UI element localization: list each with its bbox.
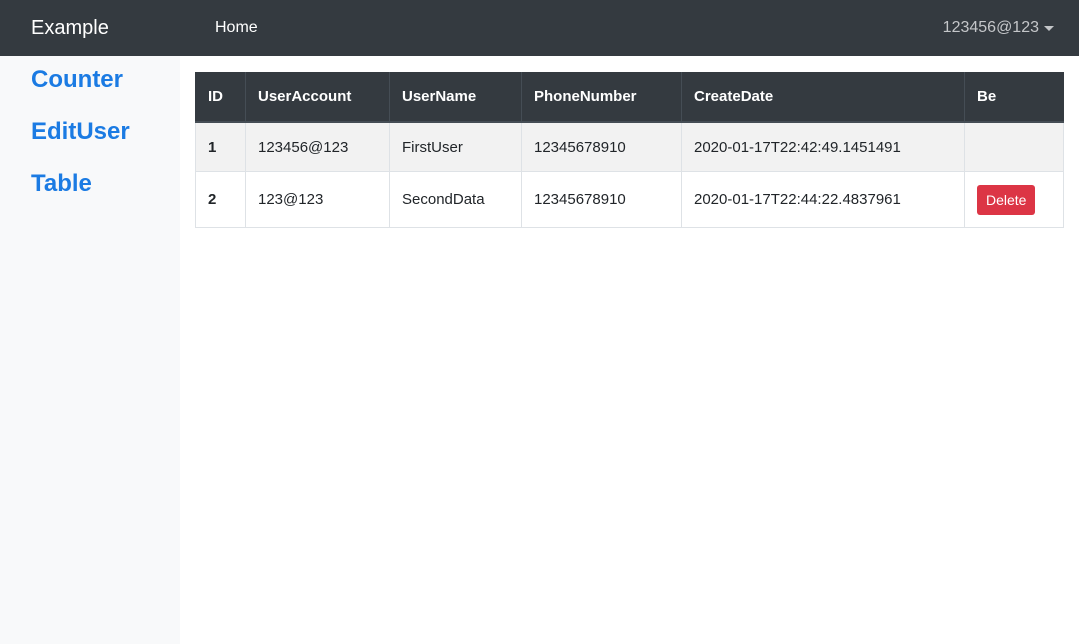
table-row: 2 123@123 SecondData 12345678910 2020-01… bbox=[195, 171, 1064, 228]
sidebar: Counter EditUser Table bbox=[0, 56, 180, 644]
cell-createdate: 2020-01-17T22:42:49.1451491 bbox=[681, 121, 965, 172]
cell-createdate: 2020-01-17T22:44:22.4837961 bbox=[681, 171, 965, 228]
delete-button[interactable]: Delete bbox=[977, 184, 1036, 215]
table-header-row: ID UserAccount UserName PhoneNumber Crea… bbox=[195, 72, 1064, 123]
column-header-phonenumber: PhoneNumber bbox=[521, 72, 682, 123]
column-header-createdate: CreateDate bbox=[681, 72, 965, 123]
main-content: ID UserAccount UserName PhoneNumber Crea… bbox=[195, 72, 1064, 228]
column-header-useraccount: UserAccount bbox=[245, 72, 390, 123]
user-dropdown-label: 123456@123 bbox=[942, 19, 1039, 36]
nav-link-home[interactable]: Home bbox=[215, 18, 258, 38]
cell-id: 2 bbox=[195, 171, 246, 228]
cell-phonenumber: 12345678910 bbox=[521, 121, 682, 172]
column-header-id: ID bbox=[195, 72, 246, 123]
brand-link[interactable]: Example bbox=[31, 16, 109, 40]
cell-id: 1 bbox=[195, 121, 246, 172]
cell-action bbox=[964, 121, 1064, 172]
cell-username: FirstUser bbox=[389, 121, 522, 172]
sidebar-item-table[interactable]: Table bbox=[31, 170, 92, 198]
user-dropdown[interactable]: 123456@123 bbox=[943, 18, 1054, 38]
cell-username: SecondData bbox=[389, 171, 522, 228]
sidebar-item-edituser[interactable]: EditUser bbox=[31, 118, 130, 146]
sidebar-item-counter[interactable]: Counter bbox=[31, 66, 123, 94]
column-header-be: Be bbox=[964, 72, 1064, 123]
users-table: ID UserAccount UserName PhoneNumber Crea… bbox=[195, 72, 1064, 228]
cell-useraccount: 123@123 bbox=[245, 171, 390, 228]
column-header-username: UserName bbox=[389, 72, 522, 123]
cell-phonenumber: 12345678910 bbox=[521, 171, 682, 228]
top-navbar: Example Home 123456@123 bbox=[0, 0, 1079, 56]
cell-useraccount: 123456@123 bbox=[245, 121, 390, 172]
table-row: 1 123456@123 FirstUser 12345678910 2020-… bbox=[195, 121, 1064, 172]
caret-down-icon bbox=[1044, 26, 1054, 31]
cell-action: Delete bbox=[964, 171, 1064, 228]
